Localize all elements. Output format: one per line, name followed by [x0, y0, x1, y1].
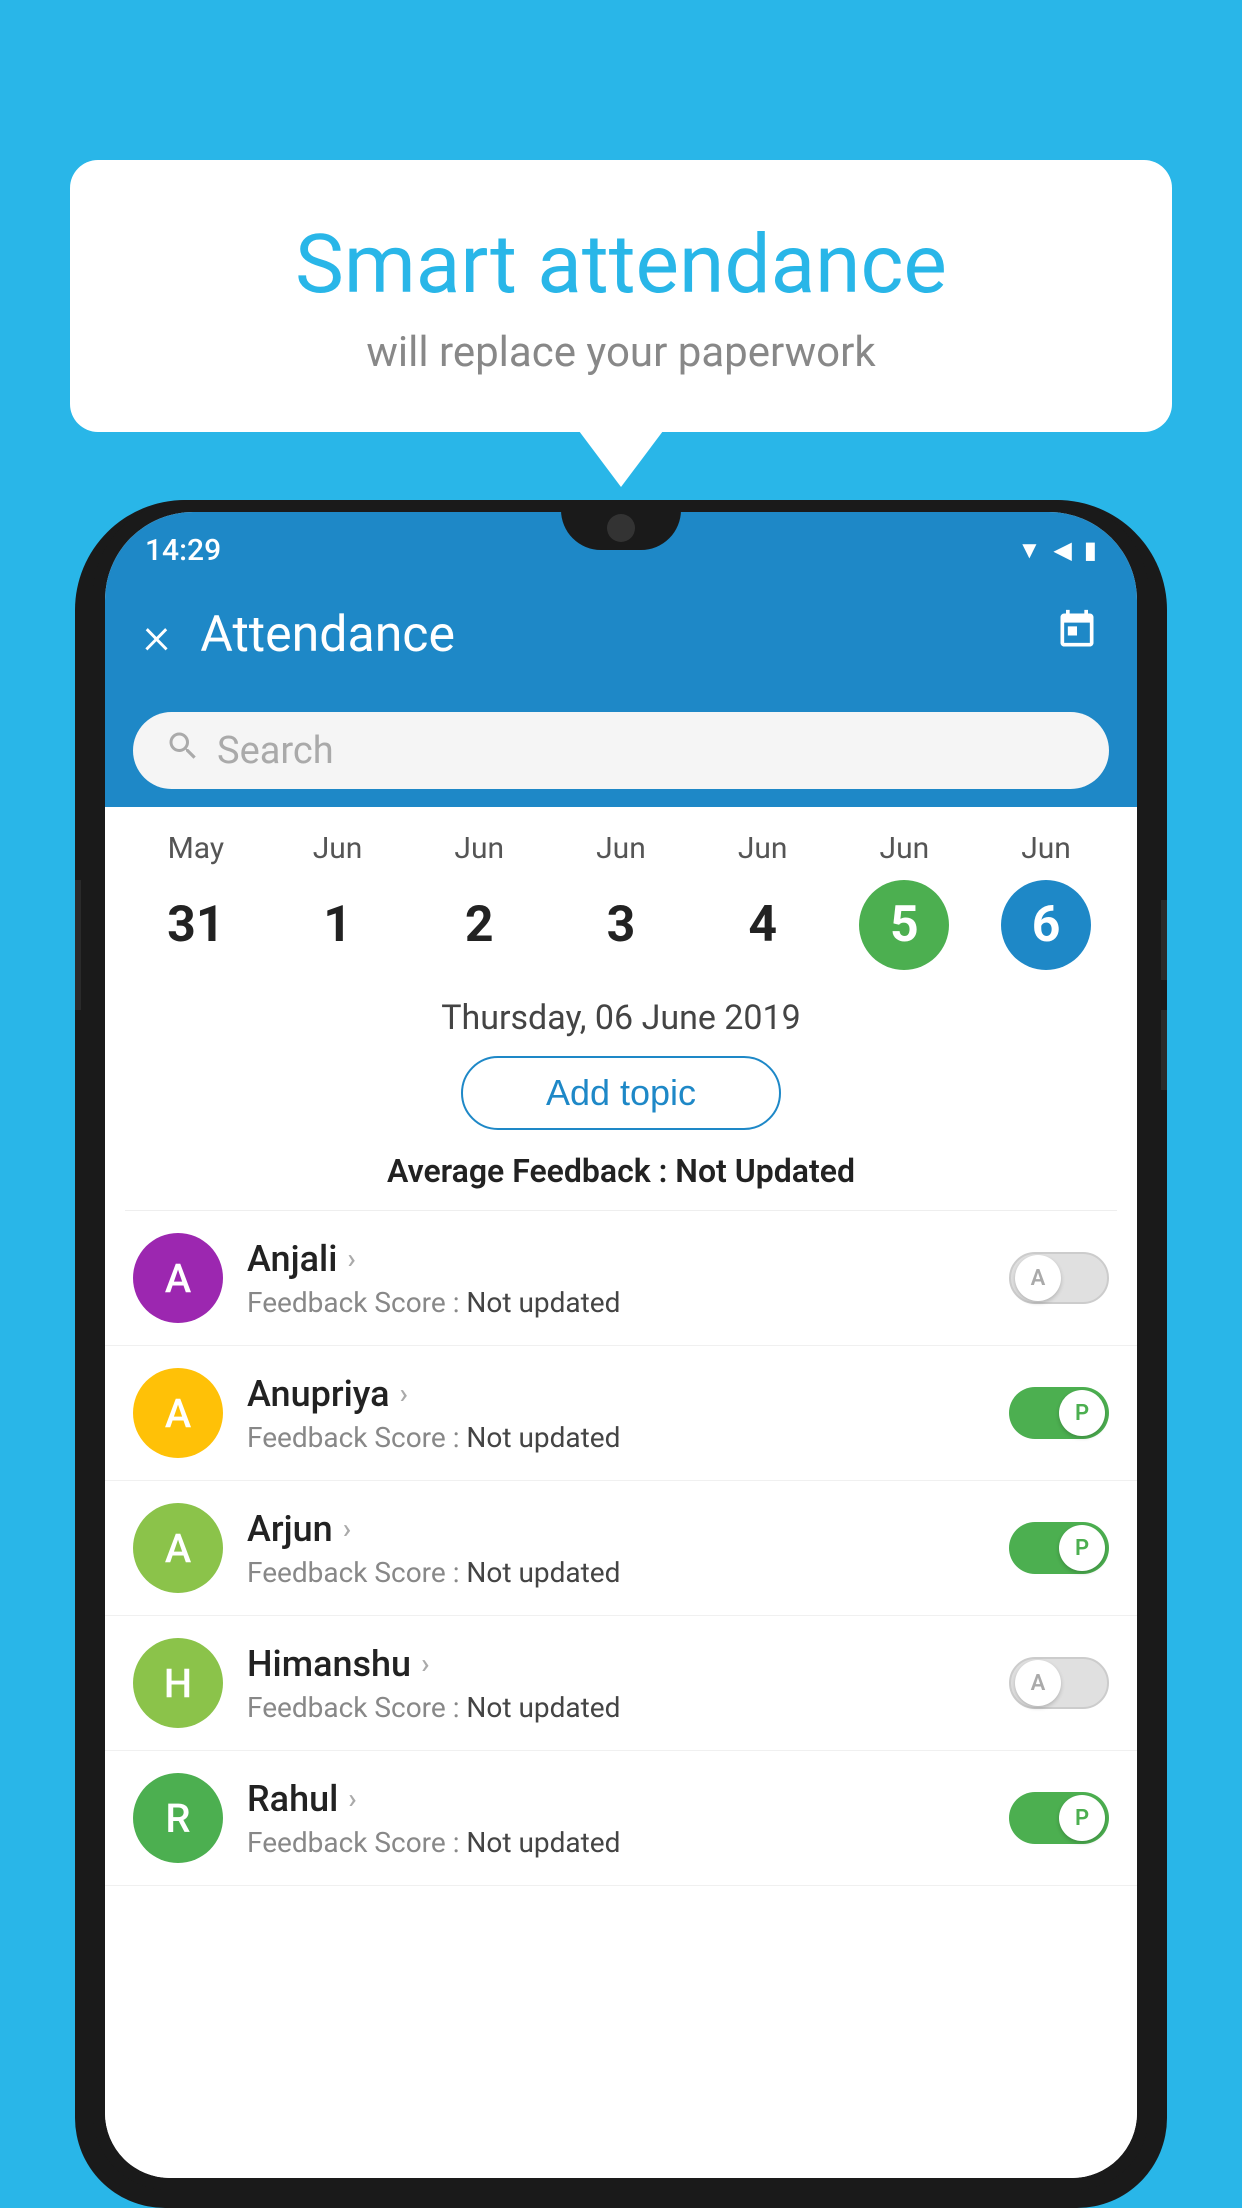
speech-bubble-title: Smart attendance [130, 220, 1112, 310]
students-list: AAnjali ›Feedback Score : Not updatedAAA… [105, 1211, 1137, 1886]
calendar-day[interactable]: Jun 6 [986, 831, 1106, 970]
student-name: Arjun › [247, 1508, 985, 1550]
phone-inner: 14:29 ▼ ◀ ▮ × Attendance [93, 500, 1149, 2190]
cal-date-number: 3 [576, 880, 666, 970]
attendance-toggle[interactable]: P [1009, 1387, 1109, 1439]
toggle-thumb: A [1015, 1255, 1061, 1301]
selected-date: Thursday, 06 June 2019 [105, 970, 1137, 1056]
chevron-icon: › [348, 1782, 356, 1815]
content-area: Search May 31 Jun 1 Jun 2 Jun 3 Jun 4 Jun 5 Jun 6 Thu… [105, 690, 1137, 2178]
calendar-icon[interactable] [1055, 608, 1099, 663]
camera [607, 514, 635, 542]
cal-month-label: Jun [1021, 831, 1071, 866]
attendance-toggle[interactable]: A [1009, 1252, 1109, 1304]
add-topic-button[interactable]: Add topic [461, 1056, 781, 1130]
student-info: Anjali › Feedback Score : Not updated [247, 1238, 985, 1319]
student-name: Himanshu › [247, 1643, 985, 1685]
search-bar[interactable]: Search [133, 712, 1109, 789]
cal-month-label: May [168, 831, 224, 866]
screen: 14:29 ▼ ◀ ▮ × Attendance [105, 512, 1137, 2178]
avatar: R [133, 1773, 223, 1863]
cal-month-label: Jun [454, 831, 504, 866]
speech-bubble: Smart attendance will replace your paper… [70, 160, 1172, 432]
calendar-day[interactable]: Jun 3 [561, 831, 681, 970]
attendance-toggle[interactable]: P [1009, 1522, 1109, 1574]
wifi-icon: ▼ [1018, 536, 1042, 565]
toggle-thumb: P [1059, 1525, 1105, 1571]
feedback-score: Feedback Score : Not updated [247, 1691, 985, 1724]
search-input[interactable]: Search [217, 729, 334, 773]
student-row[interactable]: R Rahul › Feedback Score : Not updated P [105, 1751, 1137, 1886]
student-name: Rahul › [247, 1778, 985, 1820]
cal-date-number: 6 [1001, 880, 1091, 970]
cal-date-number: 4 [718, 880, 808, 970]
student-row[interactable]: A Anupriya › Feedback Score : Not updated P [105, 1346, 1137, 1481]
chevron-icon: › [400, 1377, 408, 1410]
avatar: A [133, 1503, 223, 1593]
speech-bubble-subtitle: will replace your paperwork [130, 328, 1112, 377]
student-name: Anjali › [247, 1238, 985, 1280]
average-feedback: Average Feedback : Not Updated [105, 1152, 1137, 1190]
calendar-day[interactable]: Jun 1 [278, 831, 398, 970]
avg-feedback-label: Average Feedback : [387, 1152, 667, 1190]
app-bar: × Attendance [105, 580, 1137, 690]
toggle-thumb: P [1059, 1390, 1105, 1436]
avatar: A [133, 1368, 223, 1458]
avg-feedback-value: Not Updated [675, 1152, 855, 1190]
feedback-score: Feedback Score : Not updated [247, 1421, 985, 1454]
calendar-day[interactable]: Jun 4 [703, 831, 823, 970]
student-row[interactable]: H Himanshu › Feedback Score : Not updated A [105, 1616, 1137, 1751]
search-icon [165, 728, 201, 773]
calendar-day[interactable]: Jun 5 [844, 831, 964, 970]
student-row[interactable]: A Anjali › Feedback Score : Not updated A [105, 1211, 1137, 1346]
toggle-thumb: A [1015, 1660, 1061, 1706]
calendar-day[interactable]: Jun 2 [419, 831, 539, 970]
calendar-row: May 31 Jun 1 Jun 2 Jun 3 Jun 4 Jun 5 Jun 6 [105, 807, 1137, 970]
attendance-toggle[interactable]: A [1009, 1657, 1109, 1709]
cal-date-number: 1 [293, 880, 383, 970]
student-info: Himanshu › Feedback Score : Not updated [247, 1643, 985, 1724]
avatar: A [133, 1233, 223, 1323]
feedback-score: Feedback Score : Not updated [247, 1826, 985, 1859]
cal-month-label: Jun [596, 831, 646, 866]
signal-icon: ◀ [1053, 536, 1071, 564]
cal-month-label: Jun [313, 831, 363, 866]
cal-date-number: 5 [859, 880, 949, 970]
feedback-score: Feedback Score : Not updated [247, 1556, 985, 1589]
search-container: Search [105, 690, 1137, 807]
close-button[interactable]: × [143, 605, 170, 666]
volume-down-button [1161, 1010, 1167, 1090]
avatar: H [133, 1638, 223, 1728]
student-info: Rahul › Feedback Score : Not updated [247, 1778, 985, 1859]
volume-up-button [1161, 900, 1167, 980]
student-name: Anupriya › [247, 1373, 985, 1415]
battery-icon: ▮ [1084, 536, 1097, 564]
chevron-icon: › [343, 1512, 351, 1545]
speech-bubble-container: Smart attendance will replace your paper… [70, 160, 1172, 432]
notch [561, 500, 681, 550]
student-info: Arjun › Feedback Score : Not updated [247, 1508, 985, 1589]
power-button [75, 880, 81, 1010]
cal-date-number: 31 [151, 880, 241, 970]
status-icons: ▼ ◀ ▮ [1018, 536, 1097, 565]
attendance-toggle[interactable]: P [1009, 1792, 1109, 1844]
student-row[interactable]: A Arjun › Feedback Score : Not updated P [105, 1481, 1137, 1616]
calendar-day[interactable]: May 31 [136, 831, 256, 970]
toggle-thumb: P [1059, 1795, 1105, 1841]
cal-month-label: Jun [738, 831, 788, 866]
chevron-icon: › [347, 1242, 355, 1275]
app-bar-title: Attendance [200, 606, 1025, 664]
cal-date-number: 2 [434, 880, 524, 970]
chevron-icon: › [421, 1647, 429, 1680]
student-info: Anupriya › Feedback Score : Not updated [247, 1373, 985, 1454]
cal-month-label: Jun [880, 831, 930, 866]
status-time: 14:29 [145, 533, 221, 568]
phone-frame: 14:29 ▼ ◀ ▮ × Attendance [75, 500, 1167, 2208]
feedback-score: Feedback Score : Not updated [247, 1286, 985, 1319]
